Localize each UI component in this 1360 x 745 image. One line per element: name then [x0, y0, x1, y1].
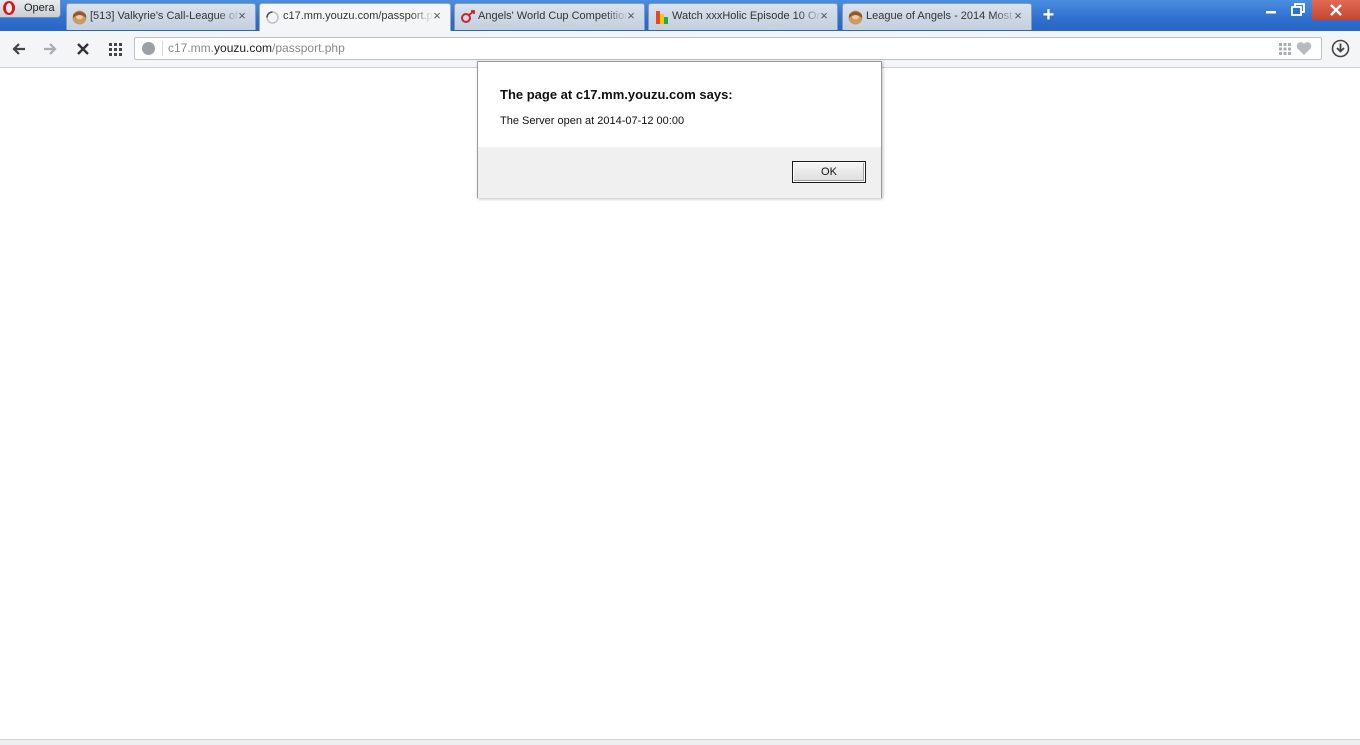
tab-close-icon[interactable]: × — [625, 9, 637, 22]
stop-icon — [77, 43, 89, 55]
tab-valkyries-call[interactable]: [513] Valkyrie's Call-League of Angels × — [66, 3, 256, 30]
window-close-button[interactable] — [1312, 0, 1360, 20]
address-bar[interactable]: c17.mm.youzu.com/passport.php — [134, 37, 1322, 60]
restore-icon — [1291, 3, 1305, 16]
new-tab-button[interactable]: + — [1040, 5, 1057, 25]
anime-site-icon — [656, 11, 668, 24]
downloads-button[interactable] — [1331, 39, 1350, 58]
speed-dial-grid-icon — [109, 43, 122, 56]
loading-spinner-icon — [266, 11, 279, 24]
close-icon — [1330, 4, 1342, 16]
url-prefix: c17.mm. — [168, 41, 215, 55]
tab-close-icon[interactable]: × — [236, 9, 248, 22]
forward-arrow-icon — [44, 43, 57, 55]
tab-title: [513] Valkyrie's Call-League of Angels — [90, 10, 240, 22]
heart-bookmark-icon[interactable] — [1296, 41, 1312, 56]
tab-title: League of Angels - 2014 Most Popular — [866, 10, 1016, 22]
bottom-status-line — [0, 739, 1360, 745]
back-button[interactable] — [10, 39, 30, 59]
minimize-icon — [1266, 11, 1276, 14]
url-path: /passport.php — [272, 41, 345, 55]
game-avatar-icon — [848, 10, 863, 25]
dialog-message: The Server open at 2014-07-12 00:00 — [500, 115, 685, 127]
dialog-footer: OK — [478, 147, 881, 198]
tab-xxxholic[interactable]: Watch xxxHolic Episode 10 Online × — [648, 3, 838, 30]
tiles-icon[interactable] — [1279, 43, 1291, 55]
tab-close-icon[interactable]: × — [1012, 9, 1024, 22]
tab-title: Watch xxxHolic Episode 10 Online — [672, 10, 822, 22]
minimize-button[interactable] — [1258, 0, 1284, 20]
back-arrow-icon — [12, 43, 25, 55]
opera-logo-icon — [3, 1, 15, 15]
restore-button[interactable] — [1285, 0, 1311, 20]
ok-button[interactable]: OK — [792, 161, 866, 183]
stop-button[interactable] — [73, 39, 93, 59]
tab-close-icon[interactable]: × — [818, 9, 830, 22]
tab-angels-world-cup[interactable]: Angels' World Cup Competition × — [454, 3, 645, 30]
opera-menu-button[interactable]: Opera — [0, 0, 61, 18]
tab-strip: Opera [513] Valkyrie's Call-League of An… — [0, 0, 1360, 31]
javascript-alert-dialog: The page at c17.mm.youzu.com says: The S… — [477, 61, 882, 198]
address-divider — [162, 41, 163, 56]
url-domain: youzu.com — [214, 41, 273, 55]
opera-menu-label: Opera — [24, 2, 55, 14]
tab-league-of-angels[interactable]: League of Angels - 2014 Most Popular × — [842, 3, 1032, 30]
tab-close-icon[interactable]: × — [431, 9, 443, 22]
dialog-title: The page at c17.mm.youzu.com says: — [500, 87, 733, 102]
tab-passport[interactable]: c17.mm.youzu.com/passport.php × — [259, 3, 451, 31]
angel-logo-icon — [461, 10, 475, 23]
speed-dial-button[interactable] — [106, 39, 126, 59]
game-avatar-icon — [72, 10, 87, 25]
forward-button[interactable] — [40, 39, 60, 59]
tab-title: Angels' World Cup Competition — [478, 10, 628, 22]
tab-title: c17.mm.youzu.com/passport.php — [283, 10, 433, 22]
download-icon — [1331, 39, 1350, 58]
address-url[interactable]: c17.mm.youzu.com/passport.php — [168, 41, 345, 55]
site-info-icon[interactable] — [142, 42, 155, 55]
